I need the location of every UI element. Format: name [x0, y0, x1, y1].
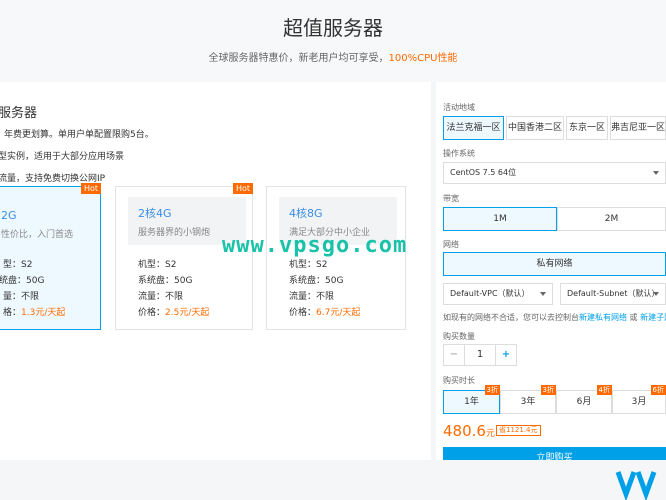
plan-name: 2核4G — [138, 207, 172, 220]
vpc-value: Default-VPC（默认） — [450, 289, 530, 298]
hero-subtitle-text: 全球服务器特惠价，新老用户均可享受， — [208, 53, 389, 64]
bandwidth-2m[interactable]: 2M — [557, 207, 666, 231]
panel-desc-1: 年费更划算。单用户单配置限购5台。 — [4, 130, 154, 140]
config-panel: 活动地域 法兰克福一区 中国香港二区 东京一区 弗吉尼亚一区 操作系统 Cent… — [436, 82, 666, 460]
plan-model: 机型：S2 — [138, 260, 177, 270]
page-title: 超值服务器 — [283, 16, 383, 40]
discount-badge: 6折 — [650, 385, 666, 395]
server-panel: 服务器 年费更划算。单用户单配置限购5台。 型实例，适用于大部分应用场景 流量，… — [0, 82, 431, 460]
watermark: www.vpsgo.com — [222, 233, 408, 258]
plan-price: 格：1.3元/天起 — [3, 308, 66, 318]
hot-badge: Hot — [80, 183, 101, 194]
os-value: CentOS 7.5 64位 — [450, 168, 517, 177]
quantity-input[interactable]: 1 — [465, 344, 495, 366]
hero-subtitle-highlight: 100%CPU性能 — [388, 53, 458, 64]
subnet-select[interactable]: Default-Subnet（默认） — [560, 283, 666, 305]
region-frankfurt[interactable]: 法兰克福一区 — [443, 116, 504, 140]
page-footer-area — [0, 460, 666, 500]
duration-6m[interactable]: 6月 4折 — [556, 385, 612, 414]
discount-badge: 3折 — [540, 385, 556, 395]
vpsgo-logo-icon — [615, 471, 657, 500]
duration-1y[interactable]: 1年 3折 — [443, 385, 500, 414]
plan-price: 价格：6.7元/天起 — [289, 308, 361, 318]
hot-badge: Hot — [232, 183, 253, 194]
plan-desc: 性价比，入门首选 — [1, 230, 74, 240]
discount-badge: 4折 — [596, 385, 612, 395]
create-vpc-link[interactable]: 新建私有网络 — [579, 313, 627, 322]
vpc-select[interactable]: Default-VPC（默认） — [443, 283, 553, 305]
duration-label: 购买时长 — [443, 376, 475, 385]
region-label: 活动地域 — [443, 103, 475, 112]
network-label: 网络 — [443, 240, 459, 249]
bandwidth-1m[interactable]: 1M — [443, 207, 557, 231]
quantity-minus-button[interactable]: − — [443, 344, 465, 366]
bandwidth-label: 带宽 — [443, 194, 459, 203]
plan-name: 2G — [1, 209, 17, 222]
plan-disk: 系统盘：50G — [289, 276, 344, 286]
plan-card-2g[interactable]: Hot 2G 性价比，入门首选 型：S2 统盘：50G 量：不限 格：1.3元/… — [0, 183, 101, 330]
network-note: 如现有的网络不合适，您可以去控制台新建私有网络 或 新建子网 — [443, 312, 666, 323]
quantity-label: 购买数量 — [443, 332, 475, 341]
chevron-down-icon — [540, 292, 546, 296]
region-virginia[interactable]: 弗吉尼亚一区 — [610, 116, 666, 140]
hero-subtitle: 全球服务器特惠价，新老用户均可享受，100%CPU性能 — [0, 49, 666, 64]
plan-desc: 服务器界的小钢炮 — [138, 228, 211, 238]
region-hongkong[interactable]: 中国香港二区 — [506, 116, 564, 140]
panel-desc-2: 型实例，适用于大部分应用场景 — [0, 152, 125, 162]
subnet-value: Default-Subnet（默认） — [567, 289, 660, 298]
duration-3m[interactable]: 3月 6折 — [612, 385, 666, 414]
plan-model: 型：S2 — [3, 260, 33, 270]
plan-card-4c8g[interactable]: 4核8G 满足大部分中小企业 机型：S2 系统盘：50G 流量：不限 价格：6.… — [266, 186, 406, 330]
discount-badge: 3折 — [484, 385, 500, 395]
savings-badge: 省1121.4元 — [496, 425, 541, 436]
panel-title: 服务器 — [0, 106, 38, 121]
plan-name: 4核8G — [289, 207, 323, 220]
create-subnet-link[interactable]: 新建子网 — [640, 313, 666, 322]
plan-model: 机型：S2 — [289, 260, 328, 270]
duration-3y[interactable]: 3年 3折 — [500, 385, 556, 414]
total-price: 480.6元 — [443, 422, 495, 440]
plan-disk: 统盘：50G — [0, 276, 45, 286]
plan-disk: 系统盘：50G — [138, 276, 193, 286]
network-private[interactable]: 私有网络 — [443, 252, 666, 276]
plan-card-2c4g[interactable]: Hot 2核4G 服务器界的小钢炮 机型：S2 系统盘：50G 流量：不限 价格… — [115, 183, 253, 330]
plan-traffic: 流量：不限 — [289, 292, 335, 302]
quantity-plus-button[interactable]: + — [495, 344, 517, 366]
chevron-down-icon — [653, 171, 659, 175]
chevron-down-icon — [653, 292, 659, 296]
plan-price: 价格：2.5元/天起 — [138, 308, 210, 318]
hero-banner: 超值服务器 全球服务器特惠价，新老用户均可享受，100%CPU性能 — [0, 0, 666, 82]
region-tokyo[interactable]: 东京一区 — [566, 116, 608, 140]
plan-traffic: 量：不限 — [3, 292, 40, 302]
os-select[interactable]: CentOS 7.5 64位 — [443, 162, 666, 184]
os-label: 操作系统 — [443, 149, 475, 158]
plan-traffic: 流量：不限 — [138, 292, 184, 302]
quantity-stepper: − 1 + — [443, 344, 517, 366]
